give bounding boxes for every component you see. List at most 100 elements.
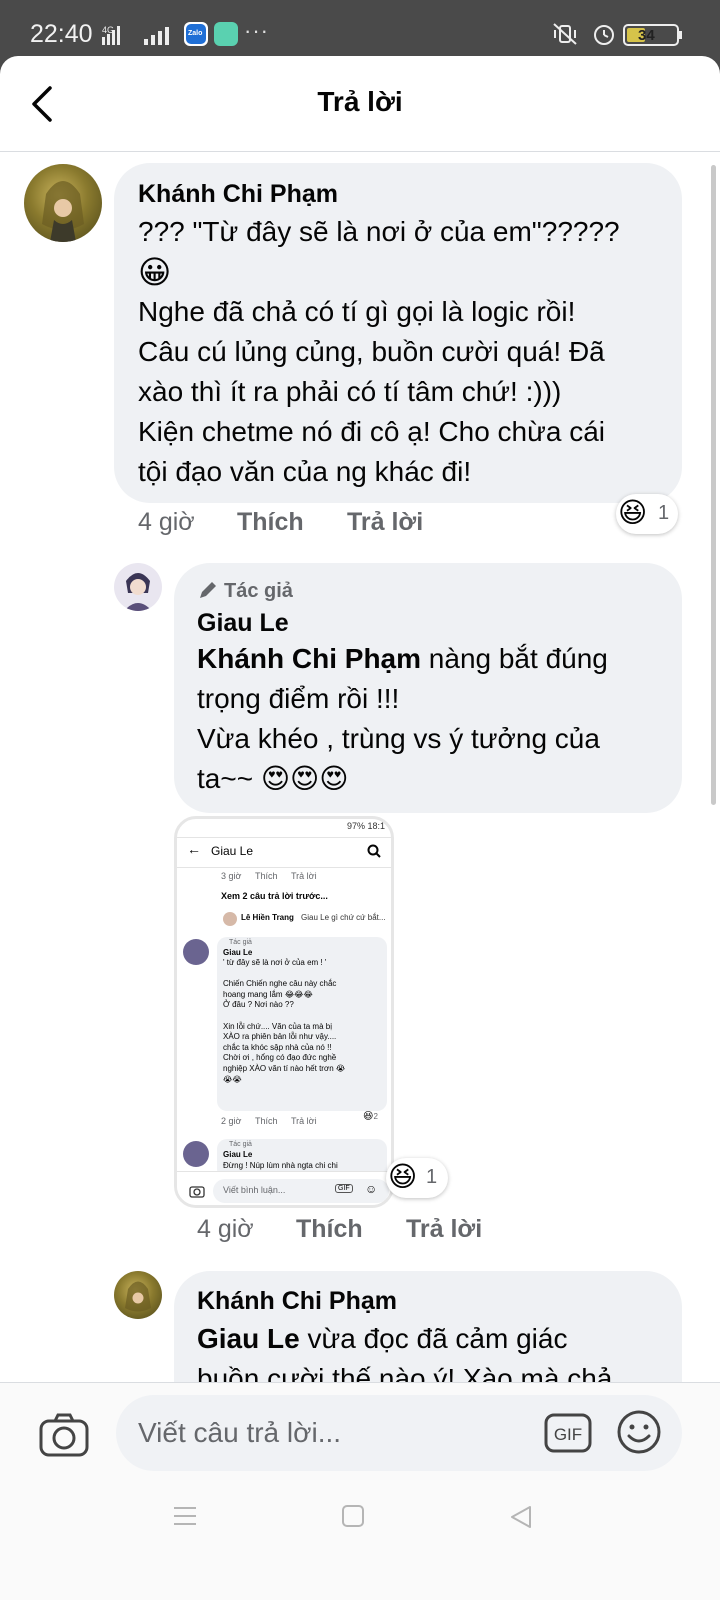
reply-sheet: Trả lời Khánh Chi Phạm ??? "Từ đây sẽ là…	[0, 56, 720, 1600]
shot-line: XÀO ra phiên bản lỗi như vậy....	[223, 1032, 337, 1042]
mention-link[interactable]: Khánh Chi Phạm	[197, 643, 421, 674]
shot-composer: Viết bình luận... GIF ☺	[177, 1171, 391, 1205]
reply-button[interactable]: Trả lời	[406, 1215, 482, 1244]
reply-placeholder: Viết câu trả lời...	[138, 1417, 342, 1448]
vibrate-off-icon	[553, 23, 577, 45]
comment-author[interactable]: Giau Le	[197, 609, 289, 638]
shot-search-icon	[367, 844, 381, 858]
shot-meta-reply: Trả lời	[291, 871, 317, 881]
attached-screenshot[interactable]: 97% 18:1 ← Giau Le 3 giờ Thích Trả lời X…	[174, 816, 394, 1208]
more-notifications: ···	[244, 18, 269, 43]
like-button[interactable]: Thích	[296, 1215, 363, 1244]
mention-link[interactable]: Giau Le	[197, 1323, 300, 1354]
shot-title: Giau Le	[211, 844, 254, 858]
shot-meta-like: Thích	[255, 871, 278, 881]
shot-line: Xin lỗi chứ.... Văn của ta mà bị	[223, 1021, 332, 1031]
back-nav-icon[interactable]	[508, 1504, 534, 1530]
shot-line: ' từ đây sẽ là nơi ở của em ! '	[223, 958, 327, 967]
laugh-reaction-icon: 😆	[388, 1161, 418, 1192]
comment-line: tội đạo văn của ng khác đi!	[138, 456, 472, 487]
shot-line: 😭😭	[223, 1074, 242, 1084]
shot-view-prev: Xem 2 câu trả lời trước...	[221, 891, 328, 901]
comment-text: ??? "Từ đây sẽ là nơi ở của em"????? 😀 N…	[138, 212, 658, 492]
comment-line: ??? "Từ đây sẽ là nơi ở của em"?????	[138, 216, 620, 247]
comment-time: 4 giờ	[138, 508, 195, 536]
shot-meta-time: 2 giờ	[221, 1116, 242, 1126]
shot-line: Chời ơi , hổng có đạo đức nghề	[223, 1053, 337, 1063]
battery-icon: 34	[623, 24, 682, 46]
shot-line: nghiệp XÀO văn tí nào hết trơn 😭	[223, 1063, 346, 1073]
scrollbar[interactable]	[711, 165, 716, 805]
pencil-icon	[200, 582, 216, 598]
reaction-count: 1	[658, 502, 670, 524]
comment-thread[interactable]: Khánh Chi Phạm ??? "Từ đây sẽ là nơi ở c…	[0, 153, 720, 1383]
shot-line	[223, 969, 345, 980]
shot-avatar	[183, 1141, 209, 1167]
shot-react-count: 2	[373, 1112, 378, 1121]
emoji-icon[interactable]	[616, 1409, 662, 1455]
home-nav-icon[interactable]	[341, 1504, 365, 1528]
shot-meta-time: 3 giờ	[221, 871, 242, 881]
header: Trả lời	[0, 56, 720, 152]
laugh-reaction-icon: 😆	[618, 497, 648, 528]
shot-line: Chiến Chiến nghe câu này chắc	[223, 979, 337, 989]
comment-line: Vừa khéo , trùng vs ý tưởng của	[197, 723, 600, 754]
comment-line: vừa đọc đã cảm giác	[299, 1323, 568, 1354]
comment-line: xào thì ít ra phải có tí tâm chứ! :)))	[138, 376, 562, 407]
shot-avatar	[183, 939, 209, 965]
svg-text:GIF: GIF	[554, 1425, 582, 1444]
status-right-icons: 34	[553, 23, 682, 46]
shot-badge: Tác giả	[229, 1141, 252, 1148]
comment-line: trọng điểm rồi !!!	[197, 683, 400, 714]
avatar[interactable]	[114, 1271, 162, 1319]
camera-icon[interactable]	[38, 1411, 90, 1459]
zalo-label: Zalo	[188, 30, 203, 37]
shot-preview-name: Lê Hiền Trang	[241, 913, 294, 922]
page-title: Trả lời	[317, 86, 403, 117]
svg-text:34: 34	[638, 27, 655, 44]
author-badge: Tác giả	[224, 580, 293, 602]
comment-text: Giau Le vừa đọc đã cảm giác buồn cười th…	[197, 1319, 667, 1383]
shot-line: hoang mang lắm 😂😂😂	[223, 989, 313, 999]
shot-preview-text: Giau Le gì chứ cứ bắt...	[301, 913, 386, 922]
reaction-badge[interactable]: 😆 1	[386, 1158, 448, 1198]
shot-author: Giau Le	[223, 948, 253, 957]
zalo-icon: Zalo	[184, 22, 208, 46]
comment-emoji: 😀	[138, 254, 172, 290]
shot-composer-placeholder: Viết bình luận...	[223, 1185, 286, 1195]
comment-line: buồn cười thế nào ý! Xào mà chả	[197, 1363, 613, 1383]
shot-back-icon: ←	[187, 841, 201, 857]
app-icon	[214, 22, 238, 46]
reply-input[interactable]: Viết câu trả lời... GIF	[116, 1395, 682, 1471]
alarm-icon	[594, 25, 614, 45]
reply-button[interactable]: Trả lời	[347, 508, 423, 537]
shot-react: 😆2	[363, 1111, 378, 1122]
comment-author[interactable]: Khánh Chi Phạm	[138, 180, 338, 209]
comment-line: Nghe đã chả có tí gì gọi là logic rồi!	[138, 296, 576, 327]
menu-nav-icon[interactable]	[172, 1504, 198, 1528]
status-bar: 22:40 4G Zalo ··· 34	[0, 0, 720, 62]
comment-line: Kiện chetme nó đi cô ạ! Cho chừa cái	[138, 416, 606, 447]
like-button[interactable]: Thích	[237, 508, 304, 537]
comment-time: 4 giờ	[197, 1215, 254, 1243]
reaction-count: 1	[426, 1166, 438, 1188]
shot-line: Ở đâu ? Nơi nào ??	[223, 1000, 294, 1010]
shot-line	[223, 1011, 345, 1022]
avatar[interactable]	[24, 164, 102, 242]
signal-icon: 4G	[102, 25, 169, 45]
shot-text: ' từ đây sẽ là nơi ở của em ! ' Chiến Ch…	[223, 958, 345, 1085]
comment-text: Khánh Chi Phạm nàng bắt đúng trọng điểm …	[197, 639, 667, 799]
shot-author: Giau Le	[223, 1150, 253, 1159]
gif-icon[interactable]: GIF	[544, 1413, 592, 1453]
shot-avatar	[223, 912, 237, 926]
shot-emoji-icon: ☺	[365, 1182, 378, 1196]
avatar[interactable]	[114, 563, 162, 611]
comment-line: ta~~ 😍😍😍	[197, 763, 349, 794]
shot-line: Đừng ! Núp lùm nhà ngta chi chi	[223, 1161, 338, 1170]
shot-meta-reply: Trả lời	[291, 1116, 317, 1126]
shot-gif-icon: GIF	[335, 1184, 353, 1193]
comment-author[interactable]: Khánh Chi Phạm	[197, 1287, 397, 1316]
shot-meta-like: Thích	[255, 1116, 278, 1126]
reaction-badge[interactable]: 😆 1	[616, 494, 678, 534]
shot-line: chắc ta khóc sập nhà của nó !!	[223, 1042, 332, 1052]
